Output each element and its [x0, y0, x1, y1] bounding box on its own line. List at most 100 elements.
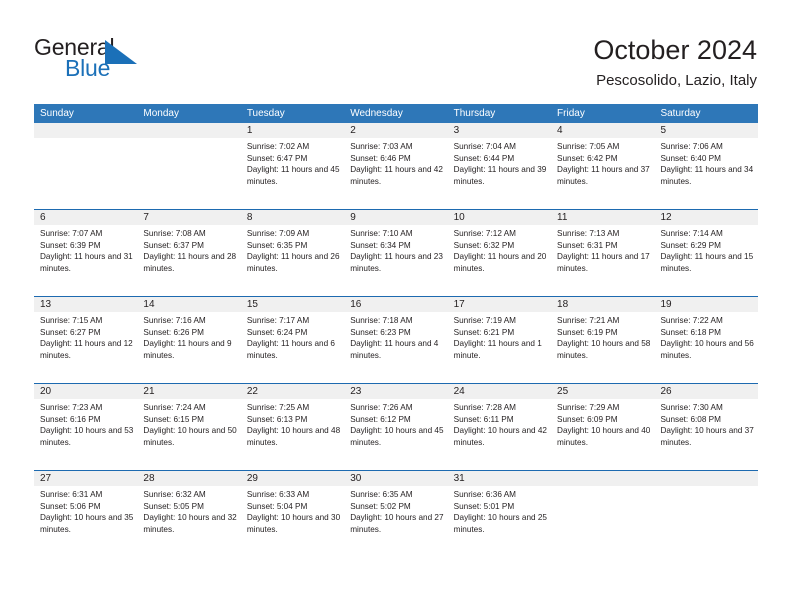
day-number: 5: [654, 123, 758, 138]
day-cell[interactable]: 17 Sunrise: 7:19 AM Sunset: 6:21 PM Dayligh…: [447, 297, 552, 383]
day-sun-info: Sunrise: 7:21 AM Sunset: 6:19 PM Daylight:…: [551, 312, 654, 361]
day-number: 18: [551, 297, 655, 312]
sunset-text: Sunset: 6:46 PM: [350, 153, 411, 163]
brand-logo[interactable]: General Blue: [34, 34, 204, 88]
day-cell[interactable]: 8 Sunrise: 7:09 AM Sunset: 6:35 PM Daylight…: [240, 210, 345, 296]
sunset-text: Sunset: 6:11 PM: [453, 414, 514, 424]
day-cell[interactable]: 30 Sunrise: 6:35 AM Sunset: 5:02 PM Dayligh…: [344, 471, 448, 557]
day-cell[interactable]: 24 Sunrise: 7:28 AM Sunset: 6:11 PM Dayligh…: [447, 384, 552, 470]
daylight-text: Daylight: 10 hours and 40 minutes.: [557, 426, 651, 447]
day-cell[interactable]: 5 Sunrise: 7:06 AM Sunset: 6:40 PM Daylight…: [654, 123, 758, 209]
day-cell[interactable]: 29 Sunrise: 6:33 AM Sunset: 5:04 PM Dayligh…: [240, 471, 345, 557]
daylight-text: Daylight: 10 hours and 48 minutes.: [246, 426, 341, 447]
daylight-text: Daylight: 11 hours and 20 minutes.: [453, 252, 547, 273]
day-number: 6: [34, 210, 138, 225]
day-cell[interactable]: 9 Sunrise: 7:10 AM Sunset: 6:34 PM Daylight…: [344, 210, 448, 296]
day-sun-info: Sunrise: 7:10 AM Sunset: 6:34 PM Daylight:…: [344, 225, 447, 274]
day-cell-empty: [137, 123, 241, 209]
day-cell[interactable]: 6 Sunrise: 7:07 AM Sunset: 6:39 PM Daylight…: [34, 210, 138, 296]
day-cell[interactable]: 4 Sunrise: 7:05 AM Sunset: 6:42 PM Daylight…: [551, 123, 655, 209]
sunset-text: Sunset: 6:29 PM: [660, 240, 721, 250]
day-number: [654, 471, 758, 486]
daylight-text: Daylight: 10 hours and 50 minutes.: [143, 426, 237, 447]
page-title: October 2024: [593, 35, 757, 65]
calendar-week-row: 1 Sunrise: 7:02 AM Sunset: 6:47 PM Daylight…: [34, 123, 758, 209]
calendar-grid: Sunday Monday Tuesday Wednesday Thursday…: [34, 104, 758, 557]
sunset-text: Sunset: 6:44 PM: [453, 153, 515, 163]
sunset-text: Sunset: 6:37 PM: [143, 240, 204, 250]
sunset-text: Sunset: 5:06 PM: [40, 501, 101, 511]
day-cell[interactable]: 18 Sunrise: 7:21 AM Sunset: 6:19 PM Dayligh…: [551, 297, 655, 383]
day-cell[interactable]: 22 Sunrise: 7:25 AM Sunset: 6:13 PM Dayligh…: [240, 384, 345, 470]
day-number: 14: [137, 297, 241, 312]
day-cell[interactable]: 25 Sunrise: 7:29 AM Sunset: 6:09 PM Dayligh…: [551, 384, 655, 470]
daylight-text: Daylight: 11 hours and 15 minutes.: [660, 252, 754, 273]
day-sun-info: Sunrise: 7:04 AM Sunset: 6:44 PM Daylight:…: [448, 138, 551, 187]
sunrise-text: Sunrise: 7:06 AM: [660, 142, 723, 151]
day-number: 1: [240, 123, 345, 138]
day-cell[interactable]: 14 Sunrise: 7:16 AM Sunset: 6:26 PM Dayligh…: [137, 297, 241, 383]
day-cell[interactable]: 7 Sunrise: 7:08 AM Sunset: 6:37 PM Daylight…: [137, 210, 241, 296]
day-cell[interactable]: 16 Sunrise: 7:18 AM Sunset: 6:23 PM Dayligh…: [344, 297, 448, 383]
daylight-text: Daylight: 11 hours and 26 minutes.: [246, 252, 340, 273]
day-cell[interactable]: 12 Sunrise: 7:14 AM Sunset: 6:29 PM Dayligh…: [654, 210, 758, 296]
daylight-text: Daylight: 10 hours and 42 minutes.: [453, 426, 547, 447]
day-cell[interactable]: 3 Sunrise: 7:04 AM Sunset: 6:44 PM Daylight…: [447, 123, 552, 209]
day-cell[interactable]: 27 Sunrise: 6:31 AM Sunset: 5:06 PM Dayligh…: [34, 471, 138, 557]
day-cell[interactable]: 11 Sunrise: 7:13 AM Sunset: 6:31 PM Dayligh…: [551, 210, 655, 296]
day-number: 20: [34, 384, 138, 399]
daylight-text: Daylight: 11 hours and 6 minutes.: [246, 339, 335, 360]
sunset-text: Sunset: 6:34 PM: [350, 240, 411, 250]
daylight-text: Daylight: 10 hours and 27 minutes.: [350, 513, 444, 534]
day-sun-info: Sunrise: 7:07 AM Sunset: 6:39 PM Daylight:…: [34, 225, 137, 274]
sunrise-text: Sunrise: 7:12 AM: [453, 229, 516, 238]
day-number: 13: [34, 297, 138, 312]
day-sun-info: Sunrise: 7:02 AM Sunset: 6:47 PM Daylight:…: [241, 138, 344, 187]
sunset-text: Sunset: 5:01 PM: [453, 501, 515, 511]
sunset-text: Sunset: 6:26 PM: [143, 327, 204, 337]
sunrise-text: Sunrise: 7:04 AM: [453, 142, 516, 151]
sunrise-text: Sunrise: 7:23 AM: [40, 403, 103, 412]
sunset-text: Sunset: 6:21 PM: [453, 327, 515, 337]
dow-monday: Monday: [143, 108, 179, 119]
day-number: 4: [551, 123, 655, 138]
daylight-text: Daylight: 11 hours and 4 minutes.: [350, 339, 439, 360]
sunrise-text: Sunrise: 6:33 AM: [246, 490, 310, 499]
daylight-text: Daylight: 10 hours and 53 minutes.: [40, 426, 134, 447]
day-cell[interactable]: 1 Sunrise: 7:02 AM Sunset: 6:47 PM Daylight…: [240, 123, 345, 209]
sunrise-text: Sunrise: 7:26 AM: [350, 403, 413, 412]
day-number: 29: [240, 471, 345, 486]
daylight-text: Daylight: 11 hours and 17 minutes.: [557, 252, 650, 273]
day-cell[interactable]: 20 Sunrise: 7:23 AM Sunset: 6:16 PM Dayligh…: [34, 384, 138, 470]
sunrise-text: Sunrise: 7:03 AM: [350, 142, 413, 151]
day-sun-info: Sunrise: 7:14 AM Sunset: 6:29 PM Daylight:…: [654, 225, 757, 274]
calendar-weeks: 1 Sunrise: 7:02 AM Sunset: 6:47 PM Daylight…: [34, 123, 758, 557]
sunrise-text: Sunrise: 7:09 AM: [246, 229, 310, 238]
day-sun-info: Sunrise: 6:33 AM Sunset: 5:04 PM Daylight:…: [241, 486, 344, 535]
day-sun-info: Sunrise: 7:23 AM Sunset: 6:16 PM Daylight:…: [34, 399, 137, 448]
day-cell[interactable]: 13 Sunrise: 7:15 AM Sunset: 6:27 PM Dayligh…: [34, 297, 138, 383]
day-cell[interactable]: 28 Sunrise: 6:32 AM Sunset: 5:05 PM Dayligh…: [137, 471, 241, 557]
day-cell[interactable]: 31 Sunrise: 6:36 AM Sunset: 5:01 PM Dayligh…: [447, 471, 552, 557]
daylight-text: Daylight: 10 hours and 30 minutes.: [246, 513, 341, 534]
daylight-text: Daylight: 11 hours and 39 minutes.: [453, 165, 547, 186]
day-sun-info: Sunrise: 7:19 AM Sunset: 6:21 PM Daylight:…: [448, 312, 551, 361]
sunrise-text: Sunrise: 6:36 AM: [453, 490, 516, 499]
day-cell[interactable]: 23 Sunrise: 7:26 AM Sunset: 6:12 PM Dayligh…: [344, 384, 448, 470]
sunset-text: Sunset: 6:16 PM: [40, 414, 101, 424]
day-number: 22: [240, 384, 345, 399]
day-cell[interactable]: 2 Sunrise: 7:03 AM Sunset: 6:46 PM Daylight…: [344, 123, 448, 209]
day-cell[interactable]: 21 Sunrise: 7:24 AM Sunset: 6:15 PM Dayligh…: [137, 384, 241, 470]
day-cell[interactable]: 26 Sunrise: 7:30 AM Sunset: 6:08 PM Dayligh…: [654, 384, 758, 470]
day-cell[interactable]: 15 Sunrise: 7:17 AM Sunset: 6:24 PM Dayligh…: [240, 297, 345, 383]
day-sun-info: Sunrise: 7:24 AM Sunset: 6:15 PM Daylight:…: [137, 399, 240, 448]
day-sun-info: Sunrise: 7:16 AM Sunset: 6:26 PM Daylight:…: [137, 312, 240, 361]
day-sun-info: Sunrise: 7:28 AM Sunset: 6:11 PM Daylight:…: [448, 399, 551, 448]
sunrise-text: Sunrise: 7:08 AM: [143, 229, 206, 238]
daylight-text: Daylight: 11 hours and 31 minutes.: [40, 252, 133, 273]
day-number: 9: [344, 210, 448, 225]
day-cell[interactable]: 19 Sunrise: 7:22 AM Sunset: 6:18 PM Dayligh…: [654, 297, 758, 383]
sunrise-text: Sunrise: 7:05 AM: [557, 142, 620, 151]
day-number: 25: [551, 384, 655, 399]
day-cell[interactable]: 10 Sunrise: 7:12 AM Sunset: 6:32 PM Dayligh…: [447, 210, 552, 296]
